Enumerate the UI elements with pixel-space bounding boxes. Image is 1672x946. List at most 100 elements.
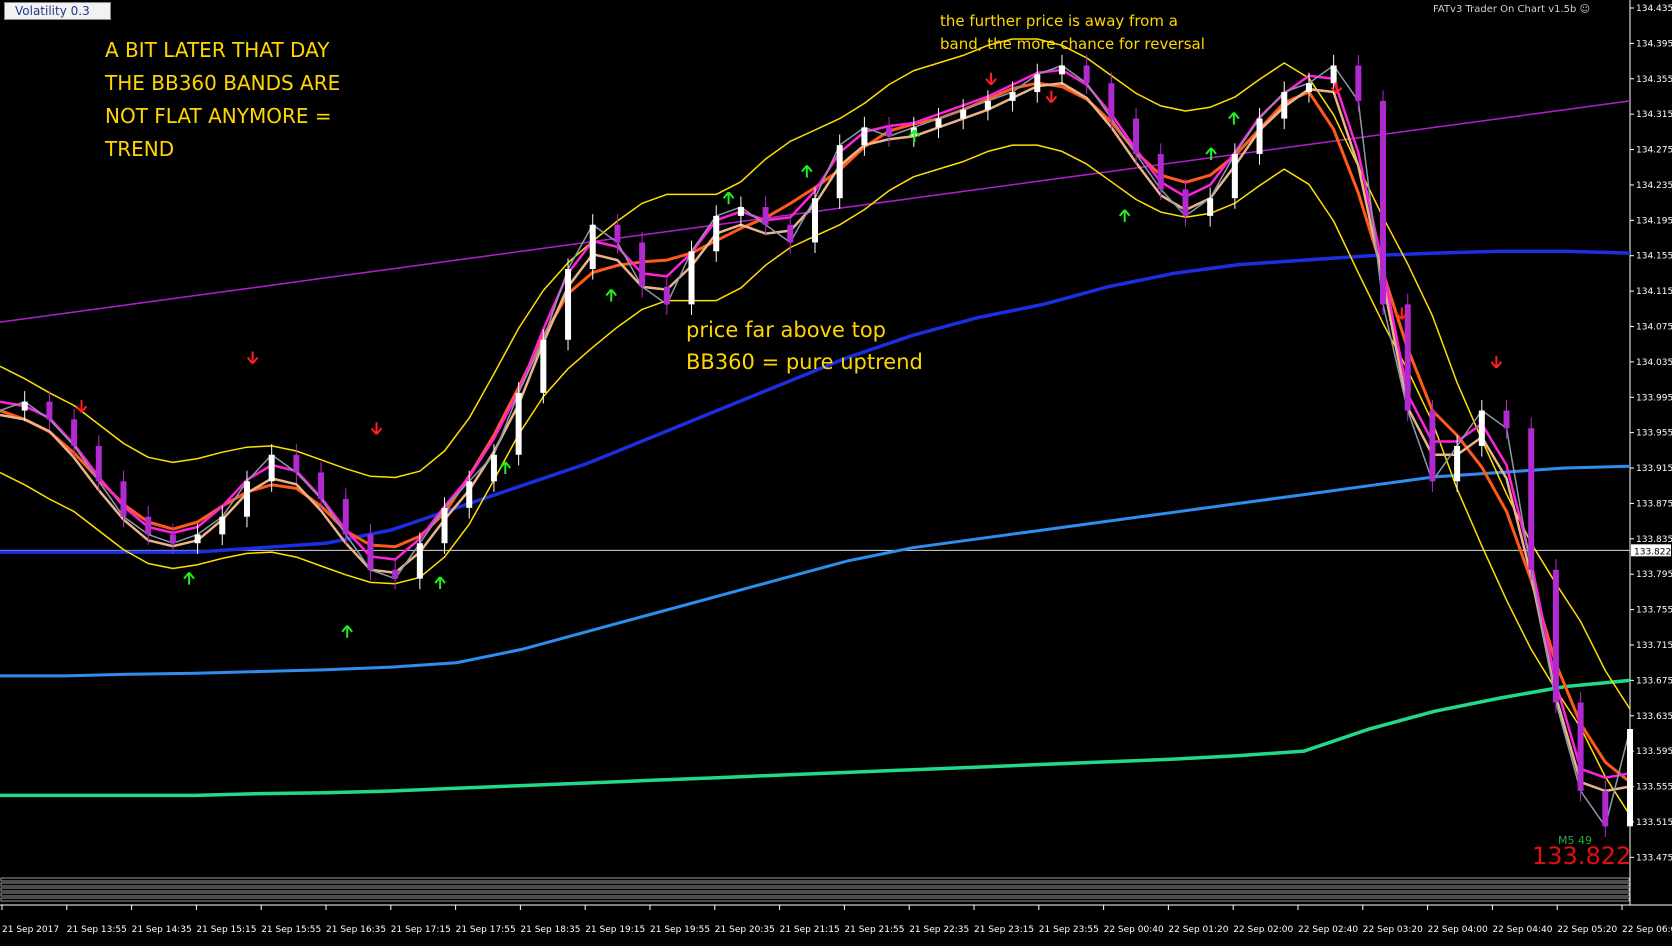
candle-body — [1380, 100, 1387, 305]
candle-body — [466, 481, 473, 508]
candle-body — [392, 569, 399, 579]
x-tick-label: 22 Sep 00:40 — [1104, 925, 1164, 935]
y-tick-label: 134.435 — [1636, 4, 1672, 14]
candle-body — [589, 224, 596, 269]
candle-body — [194, 534, 201, 544]
x-tick-label: 21 Sep 17:15 — [391, 925, 451, 935]
y-tick-label: 134.195 — [1636, 216, 1672, 226]
y-tick-label: 133.715 — [1636, 641, 1672, 651]
candle-body — [145, 516, 152, 535]
x-tick-label: 21 Sep 19:15 — [585, 925, 645, 935]
indicator-label: FATv3 Trader On Chart v1.5b ☺ — [1433, 4, 1590, 15]
candle-body — [1454, 445, 1461, 482]
candle-body — [490, 454, 497, 482]
x-tick-label: 21 Sep 23:15 — [974, 925, 1034, 935]
candle-body — [416, 543, 423, 579]
x-tick-label: 21 Sep 13:55 — [67, 925, 127, 935]
candle-body — [318, 472, 325, 500]
x-tick-label: 22 Sep 02:00 — [1233, 925, 1293, 935]
smiley-icon: ☺ — [1579, 4, 1590, 15]
y-tick-label: 134.115 — [1636, 287, 1672, 297]
candle-body — [1133, 118, 1140, 154]
candle-body — [960, 109, 967, 119]
candle-body — [787, 224, 794, 243]
x-tick-label: 21 Sep 19:55 — [650, 925, 710, 935]
y-tick-label: 134.315 — [1636, 110, 1672, 120]
candle-body — [342, 499, 349, 535]
x-tick-label: 21 Sep 2017 — [2, 925, 59, 935]
x-tick-label: 21 Sep 17:55 — [456, 925, 516, 935]
candle-body — [1478, 410, 1485, 446]
candle-body — [268, 454, 275, 482]
candle-body — [565, 268, 572, 340]
x-tick-label: 22 Sep 06:00 — [1622, 925, 1672, 935]
candle-body — [120, 481, 127, 517]
candle-body — [71, 419, 78, 446]
y-tick-label: 133.475 — [1636, 853, 1672, 863]
x-tick-label: 21 Sep 16:35 — [326, 925, 386, 935]
candle-body — [614, 224, 621, 243]
y-tick-label: 133.835 — [1636, 535, 1672, 545]
x-tick-label: 21 Sep 15:55 — [261, 925, 321, 935]
candle-body — [293, 454, 300, 473]
candle-body — [1305, 83, 1312, 93]
candle-body — [1108, 83, 1115, 119]
x-tick-label: 21 Sep 15:15 — [196, 925, 256, 935]
candle-body — [243, 481, 250, 517]
annotation-uptrend-note: price far above top BB360 = pure uptrend — [686, 318, 923, 374]
y-tick-label: 133.995 — [1636, 393, 1672, 403]
candle-body — [762, 207, 769, 225]
y-tick-label: 134.235 — [1636, 181, 1672, 191]
candle-body — [1528, 428, 1535, 570]
y-tick-label: 134.035 — [1636, 358, 1672, 368]
candle-body — [540, 339, 547, 393]
y-tick-label: 133.515 — [1636, 818, 1672, 828]
x-tick-label: 21 Sep 21:15 — [780, 925, 840, 935]
candle-body — [1627, 729, 1633, 827]
candle-body — [1330, 65, 1337, 84]
candle-body — [1602, 790, 1609, 827]
candle-body — [861, 127, 868, 146]
candle-body — [737, 207, 744, 216]
y-tick-label: 133.915 — [1636, 464, 1672, 474]
candle-body — [367, 534, 374, 570]
candle-body — [1207, 198, 1214, 216]
candle-body — [441, 507, 448, 544]
y-tick-label: 133.635 — [1636, 712, 1672, 722]
candle-body — [713, 215, 720, 252]
y-tick-label: 133.955 — [1636, 429, 1672, 439]
volatility-badge[interactable]: Volatility 0.3 — [4, 2, 111, 20]
candle-body — [1355, 65, 1362, 101]
y-tick-label: 134.155 — [1636, 252, 1672, 262]
x-tick-label: 22 Sep 02:40 — [1298, 925, 1358, 935]
y-tick-label: 133.755 — [1636, 606, 1672, 616]
x-tick-label: 22 Sep 03:20 — [1363, 925, 1423, 935]
candle-body — [1404, 304, 1411, 411]
x-tick-label: 21 Sep 21:55 — [844, 925, 904, 935]
candle-body — [1157, 153, 1164, 190]
candle-body — [984, 100, 991, 110]
x-tick-label: 21 Sep 14:35 — [132, 925, 192, 935]
current-price-tag-label: 133.822 — [1634, 547, 1671, 557]
candle-body — [639, 242, 646, 287]
candle-body — [688, 251, 695, 305]
candle-body — [1083, 65, 1090, 84]
y-tick-label: 134.355 — [1636, 75, 1672, 85]
y-tick-label: 134.275 — [1636, 146, 1672, 156]
candle-body — [1256, 118, 1263, 154]
annotation-trend-note: A BIT LATER THAT DAY THE BB360 BANDS ARE… — [105, 38, 341, 161]
y-tick-label: 133.555 — [1636, 783, 1672, 793]
candle-body — [1429, 410, 1436, 482]
candle-body — [46, 401, 53, 420]
current-price-big: 133.822 — [1532, 842, 1632, 870]
candle-body — [1231, 153, 1238, 199]
candle-body — [812, 198, 818, 243]
y-tick-label: 134.395 — [1636, 39, 1672, 49]
candle-body — [21, 401, 28, 411]
candle-body — [836, 145, 843, 199]
candle-body — [1182, 189, 1189, 216]
candle-body — [935, 118, 942, 128]
candle-body — [1034, 74, 1041, 93]
x-tick-label: 22 Sep 04:00 — [1428, 925, 1488, 935]
candle-body — [1281, 92, 1288, 119]
